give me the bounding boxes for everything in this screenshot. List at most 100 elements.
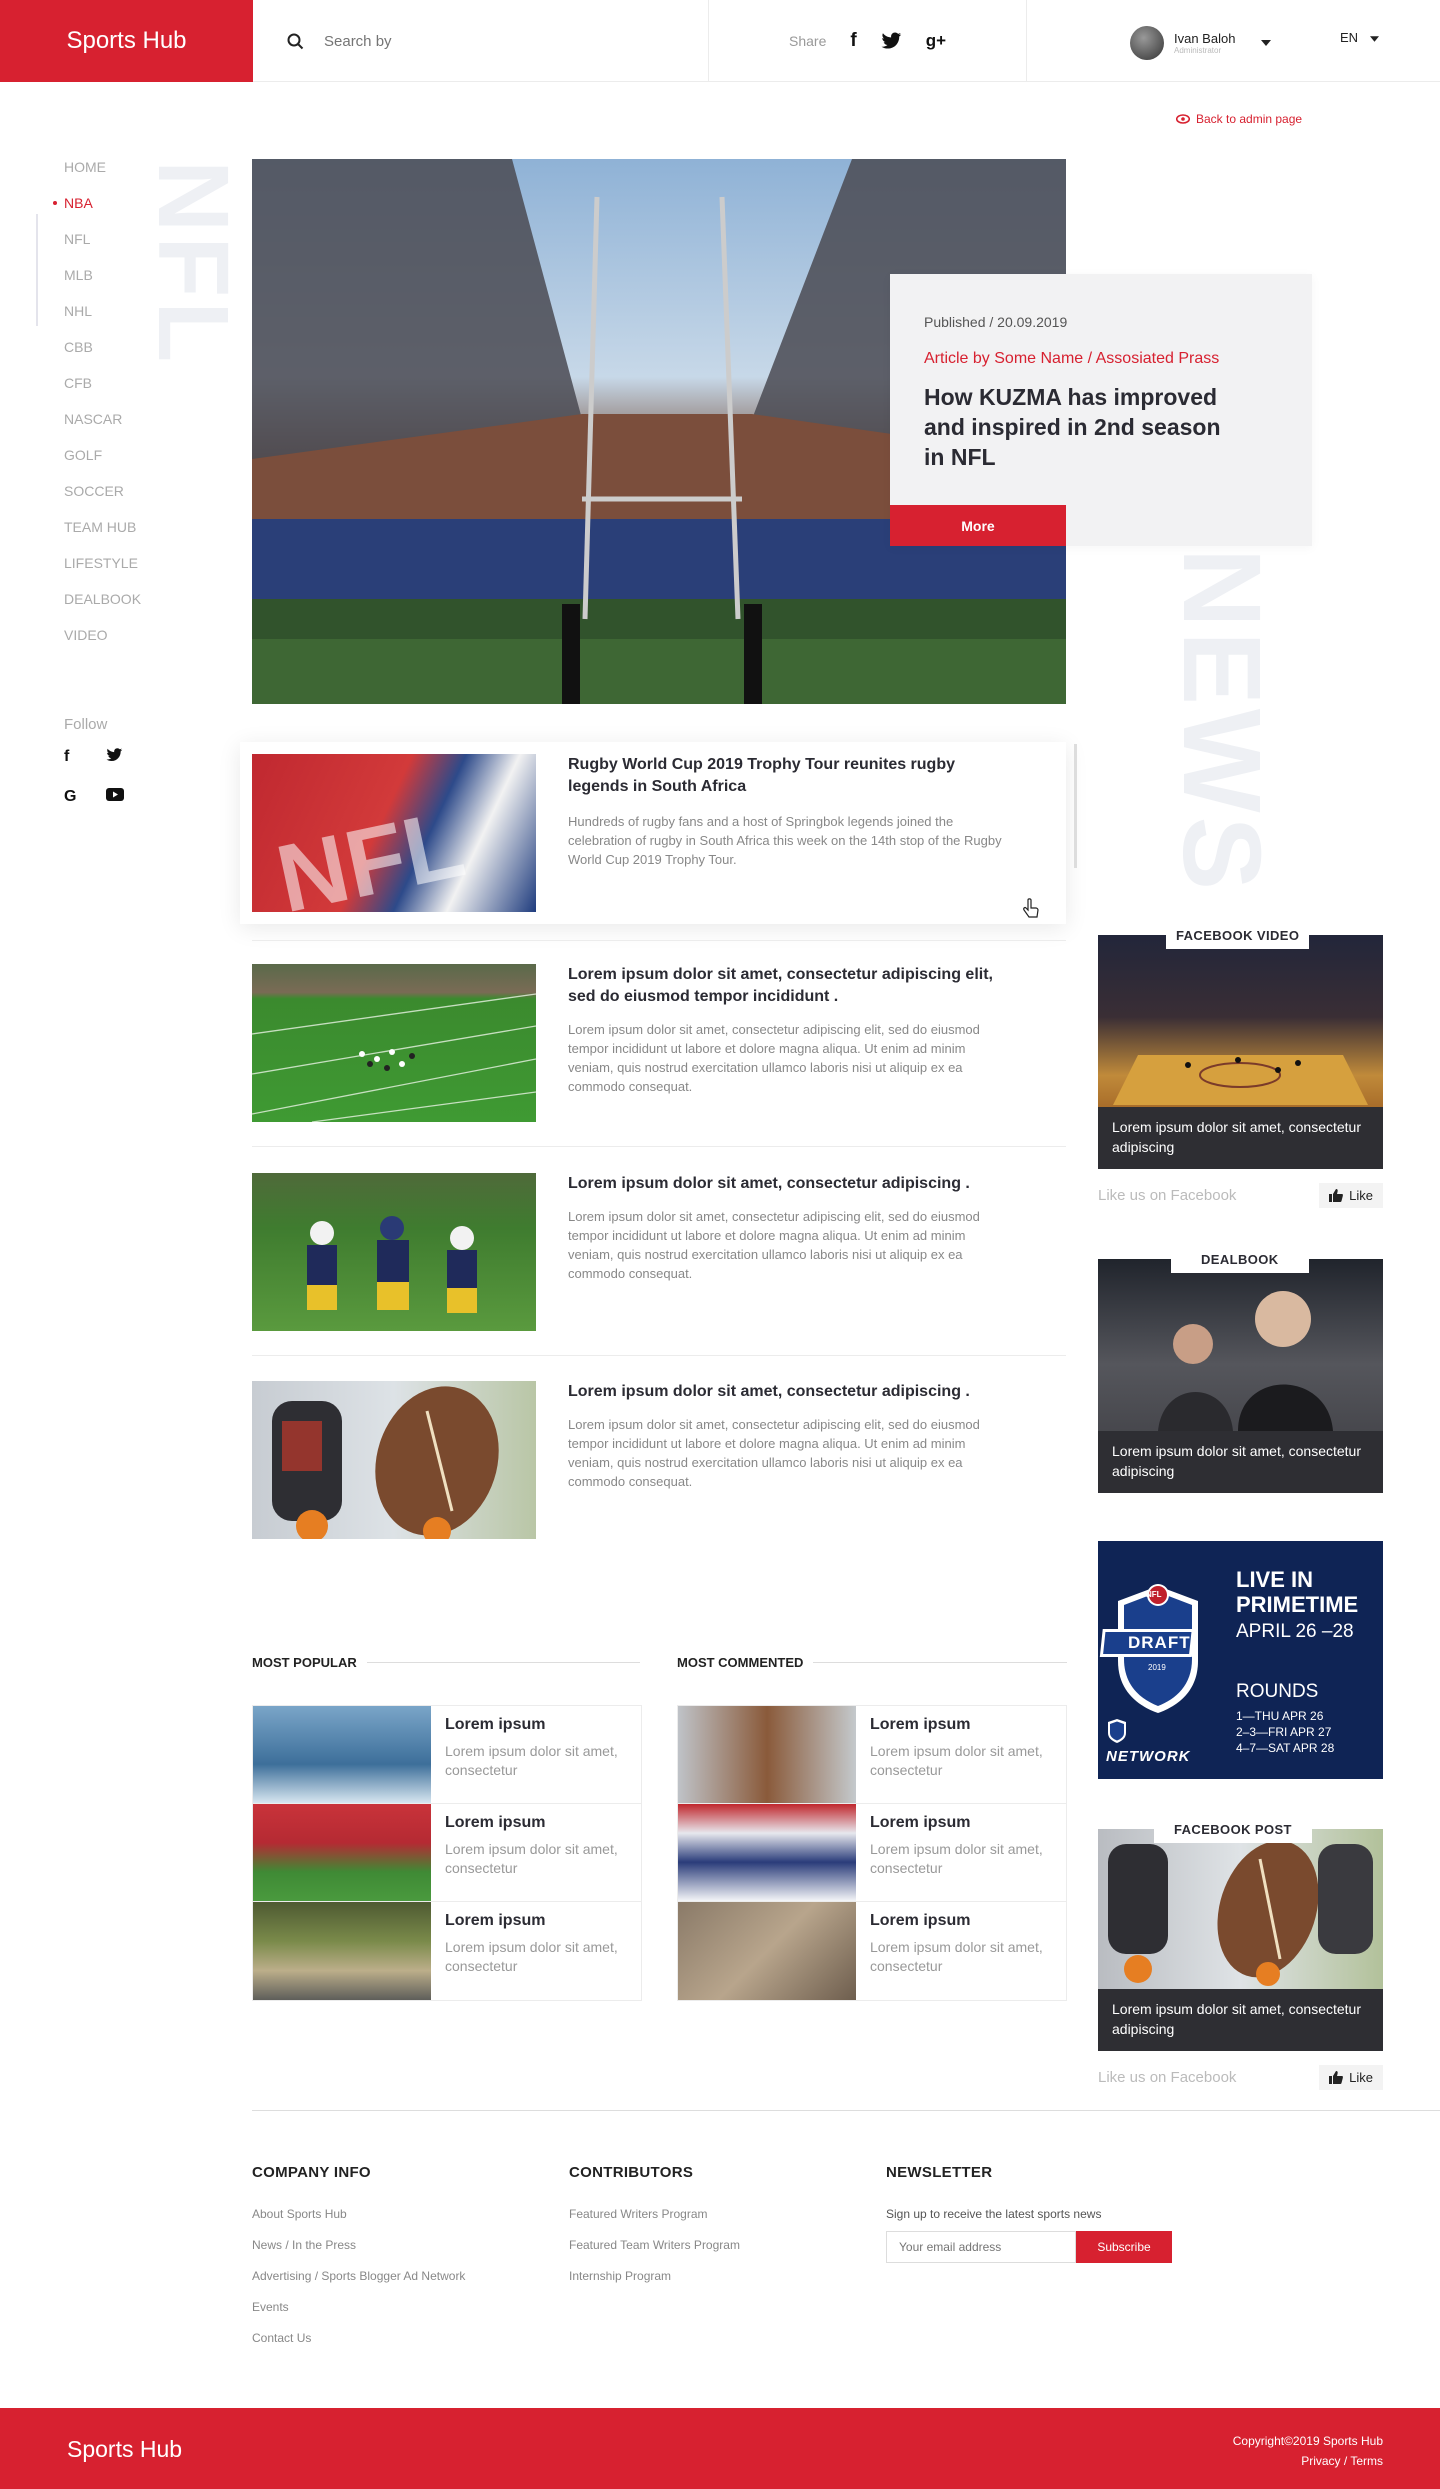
footer-link[interactable]: About Sports Hub (252, 2207, 465, 2238)
search-input[interactable] (324, 32, 684, 50)
sidebar-item-cfb[interactable]: CFB (64, 374, 141, 410)
published-date: Published / 20.09.2019 (924, 314, 1068, 330)
most-popular-list: Lorem ipsum Lorem ipsum dolor sit amet, … (252, 1705, 642, 2001)
article-byline[interactable]: Article by Some Name / Assosiated Prass (924, 350, 1278, 368)
footer-link[interactable]: News / In the Press (252, 2238, 465, 2269)
sidebar-item-nba[interactable]: NBA (52, 194, 141, 230)
list-item-image (253, 1804, 431, 1901)
draft-round-1: 1—THU APR 26 (1236, 1709, 1324, 1723)
language-selector[interactable]: EN (1340, 30, 1379, 45)
sidebar-item-dealbook[interactable]: DEALBOOK (64, 590, 141, 626)
footer-link[interactable]: Events (252, 2300, 465, 2331)
football-photo-illustration (1108, 1840, 1373, 1986)
draft-headline-1: LIVE IN (1236, 1567, 1314, 1592)
language-label: EN (1340, 30, 1359, 45)
sidebar-scroll-indicator (36, 214, 38, 326)
sidebar-item-nhl[interactable]: NHL (64, 302, 141, 338)
list-item[interactable]: Lorem ipsum Lorem ipsum dolor sit amet, … (253, 1804, 641, 1902)
article-card[interactable]: Lorem ipsum dolor sit amet, consectetur … (252, 1381, 1068, 1557)
newsletter-form: Subscribe (886, 2231, 1172, 2263)
twitter-icon[interactable] (106, 748, 123, 762)
sidebar-item-soccer[interactable]: SOCCER (64, 482, 141, 518)
privacy-terms-link[interactable]: Privacy / Terms (1301, 2454, 1383, 2468)
google-icon[interactable]: G (64, 788, 106, 806)
list-item[interactable]: Lorem ipsum Lorem ipsum dolor sit amet, … (678, 1706, 1066, 1804)
sidebar-item-nfl[interactable]: NFL (64, 230, 141, 266)
facebook-share-icon[interactable]: f (850, 30, 856, 52)
list-item[interactable]: Lorem ipsum Lorem ipsum dolor sit amet, … (253, 1706, 641, 1804)
facebook-post-card[interactable]: Lorem ipsum dolor sit amet, consectetur … (1098, 1829, 1383, 2051)
like-label: Like (1349, 1188, 1373, 1203)
like-button[interactable]: Like (1319, 2065, 1383, 2090)
list-item[interactable]: Lorem ipsum Lorem ipsum dolor sit amet, … (678, 1902, 1066, 2000)
chevron-down-icon[interactable] (1261, 40, 1272, 46)
article-card[interactable]: Lorem ipsum dolor sit amet, consectetur … (252, 1173, 1068, 1349)
more-button[interactable]: More (890, 505, 1066, 546)
follow-label: Follow (64, 716, 108, 733)
list-item-title[interactable]: Lorem ipsum (870, 1716, 970, 1734)
user-name: Ivan Baloh (1174, 31, 1236, 46)
list-item-image (678, 1902, 856, 2000)
fb-post-caption: Lorem ipsum dolor sit amet, consectetur … (1098, 1989, 1383, 2051)
article-card[interactable]: Lorem ipsum dolor sit amet, consectetur … (251, 964, 1068, 1140)
footer-logo[interactable]: Sports Hub (67, 2436, 182, 2463)
article-excerpt: Lorem ipsum dolor sit amet, consectetur … (568, 1209, 980, 1281)
article-title[interactable]: Lorem ipsum dolor sit amet, consectetur … (568, 1381, 1008, 1403)
like-us-label[interactable]: Like us on Facebook (1098, 2069, 1236, 2086)
hero-title[interactable]: How KUZMA has improved and inspired in 2… (924, 382, 1224, 472)
sidebar-item-cbb[interactable]: CBB (64, 338, 141, 374)
back-to-admin-link[interactable]: Back to admin page (1176, 112, 1302, 126)
list-item-title[interactable]: Lorem ipsum (870, 1912, 970, 1930)
footer-heading: COMPANY INFO (252, 2164, 371, 2181)
youtube-icon[interactable] (106, 788, 124, 801)
like-us-label[interactable]: Like us on Facebook (1098, 1187, 1236, 1204)
google-plus-share-icon[interactable]: g+ (926, 31, 946, 51)
dealbook-photo-illustration (1158, 1291, 1333, 1431)
twitter-share-icon[interactable] (881, 32, 902, 50)
article-excerpt: Hundreds of rugby fans and a host of Spr… (568, 814, 1002, 867)
article-title[interactable]: Lorem ipsum dolor sit amet, consectetur … (568, 964, 1008, 1008)
dealbook-card[interactable]: Lorem ipsum dolor sit amet, consectetur … (1098, 1259, 1383, 1493)
bottom-footer-bar: Sports Hub Copyright©2019 Sports Hub Pri… (0, 2408, 1440, 2489)
fb-video-caption: Lorem ipsum dolor sit amet, consectetur … (1098, 1107, 1383, 1169)
article-title[interactable]: Rugby World Cup 2019 Trophy Tour reunite… (568, 754, 1008, 798)
sidebar-item-golf[interactable]: GOLF (64, 446, 141, 482)
facebook-icon[interactable]: f (64, 748, 106, 766)
footer-heading: CONTRIBUTORS (569, 2164, 694, 2181)
footer-link[interactable]: Internship Program (569, 2269, 740, 2300)
list-item-title[interactable]: Lorem ipsum (445, 1912, 545, 1930)
list-item[interactable]: Lorem ipsum Lorem ipsum dolor sit amet, … (678, 1804, 1066, 1902)
article-image (252, 1381, 536, 1545)
sidebar-item-nascar[interactable]: NASCAR (64, 410, 141, 446)
list-item-title[interactable]: Lorem ipsum (445, 1716, 545, 1734)
draft-round-2: 2–3—FRI APR 27 (1236, 1725, 1332, 1739)
back-link-label: Back to admin page (1196, 112, 1303, 126)
nfl-network-logo: NETWORK (1106, 1719, 1191, 1765)
list-item-title[interactable]: Lorem ipsum (445, 1814, 545, 1832)
subscribe-button[interactable]: Subscribe (1076, 2231, 1172, 2263)
email-field[interactable] (886, 2231, 1076, 2263)
article-card[interactable]: NFL Rugby World Cup 2019 Trophy Tour reu… (240, 742, 1066, 933)
draft-headline-2: PRIMETIME (1236, 1592, 1359, 1617)
list-scrollbar[interactable] (1074, 744, 1077, 868)
search-icon[interactable] (287, 33, 304, 50)
site-logo[interactable]: Sports Hub (0, 0, 253, 82)
footer-link[interactable]: Featured Writers Program (569, 2207, 740, 2238)
user-menu[interactable]: Ivan Baloh Administrator (1130, 26, 1272, 60)
facebook-video-card[interactable]: Lorem ipsum dolor sit amet, consectetur … (1098, 935, 1383, 1169)
sidebar-item-lifestyle[interactable]: LIFESTYLE (64, 554, 141, 590)
most-popular-heading: MOST POPULAR (252, 1655, 640, 1670)
article-title[interactable]: Lorem ipsum dolor sit amet, consectetur … (568, 1173, 1008, 1195)
list-item-title[interactable]: Lorem ipsum (870, 1814, 970, 1832)
footer-link[interactable]: Advertising / Sports Blogger Ad Network (252, 2269, 465, 2300)
footer-link[interactable]: Featured Team Writers Program (569, 2238, 740, 2269)
footer-link[interactable]: Contact Us (252, 2331, 465, 2362)
nfl-draft-ad[interactable]: NFL DRAFT 2019 LIVE IN PRIMETIME APRIL 2… (1098, 1541, 1383, 1779)
user-role: Administrator (1174, 46, 1222, 55)
list-item[interactable]: Lorem ipsum Lorem ipsum dolor sit amet, … (253, 1902, 641, 2000)
sidebar-item-video[interactable]: VIDEO (64, 626, 141, 662)
sidebar-item-team-hub[interactable]: TEAM HUB (64, 518, 141, 554)
like-button[interactable]: Like (1319, 1183, 1383, 1208)
sidebar-item-mlb[interactable]: MLB (64, 266, 141, 302)
sidebar-item-home[interactable]: HOME (64, 158, 141, 194)
